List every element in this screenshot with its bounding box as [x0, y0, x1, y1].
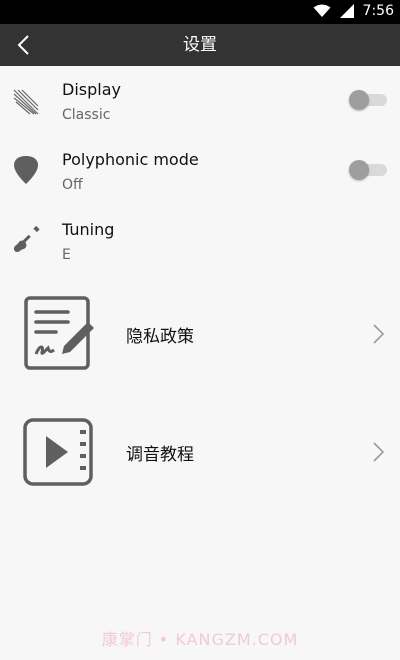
display-toggle[interactable] — [349, 89, 389, 111]
guitar-icon — [13, 225, 40, 252]
setting-polyphonic-value: Off — [62, 177, 83, 193]
chevron-right-icon — [373, 324, 385, 344]
privacy-policy-item[interactable]: 隐私政策 — [0, 284, 400, 384]
display-lines-icon — [13, 89, 39, 115]
privacy-policy-label: 隐私政策 — [126, 327, 194, 347]
setting-polyphonic-mode[interactable]: Polyphonic mode Off — [0, 140, 400, 210]
setting-tuning[interactable]: Tuning E — [0, 210, 400, 280]
setting-display-value: Classic — [62, 107, 111, 123]
toggle-thumb — [349, 90, 369, 110]
chevron-right-icon — [373, 442, 385, 462]
toggle-thumb — [349, 160, 369, 180]
setting-polyphonic-title: Polyphonic mode — [62, 150, 199, 169]
status-bar: 7:56 — [0, 0, 400, 24]
signal-icon — [339, 4, 354, 18]
watermark-text: 康掌门 • KANGZM.COM — [101, 630, 299, 649]
top-app-bar: 设置 — [0, 24, 400, 66]
setting-tuning-value: E — [62, 247, 71, 263]
setting-display-title: Display — [62, 80, 121, 99]
setting-display[interactable]: Display Classic — [0, 70, 400, 140]
document-sign-icon — [24, 296, 94, 370]
tuning-tutorial-item[interactable]: 调音教程 — [0, 402, 400, 502]
guitar-pick-icon — [14, 156, 38, 184]
setting-tuning-title: Tuning — [62, 220, 115, 239]
page-title: 设置 — [183, 35, 217, 55]
wifi-icon — [313, 4, 331, 17]
video-play-icon — [23, 418, 93, 486]
status-icons: 7:56 — [313, 3, 394, 19]
polyphonic-toggle[interactable] — [349, 159, 389, 181]
status-time: 7:56 — [362, 3, 394, 19]
tuning-tutorial-label: 调音教程 — [126, 445, 194, 465]
